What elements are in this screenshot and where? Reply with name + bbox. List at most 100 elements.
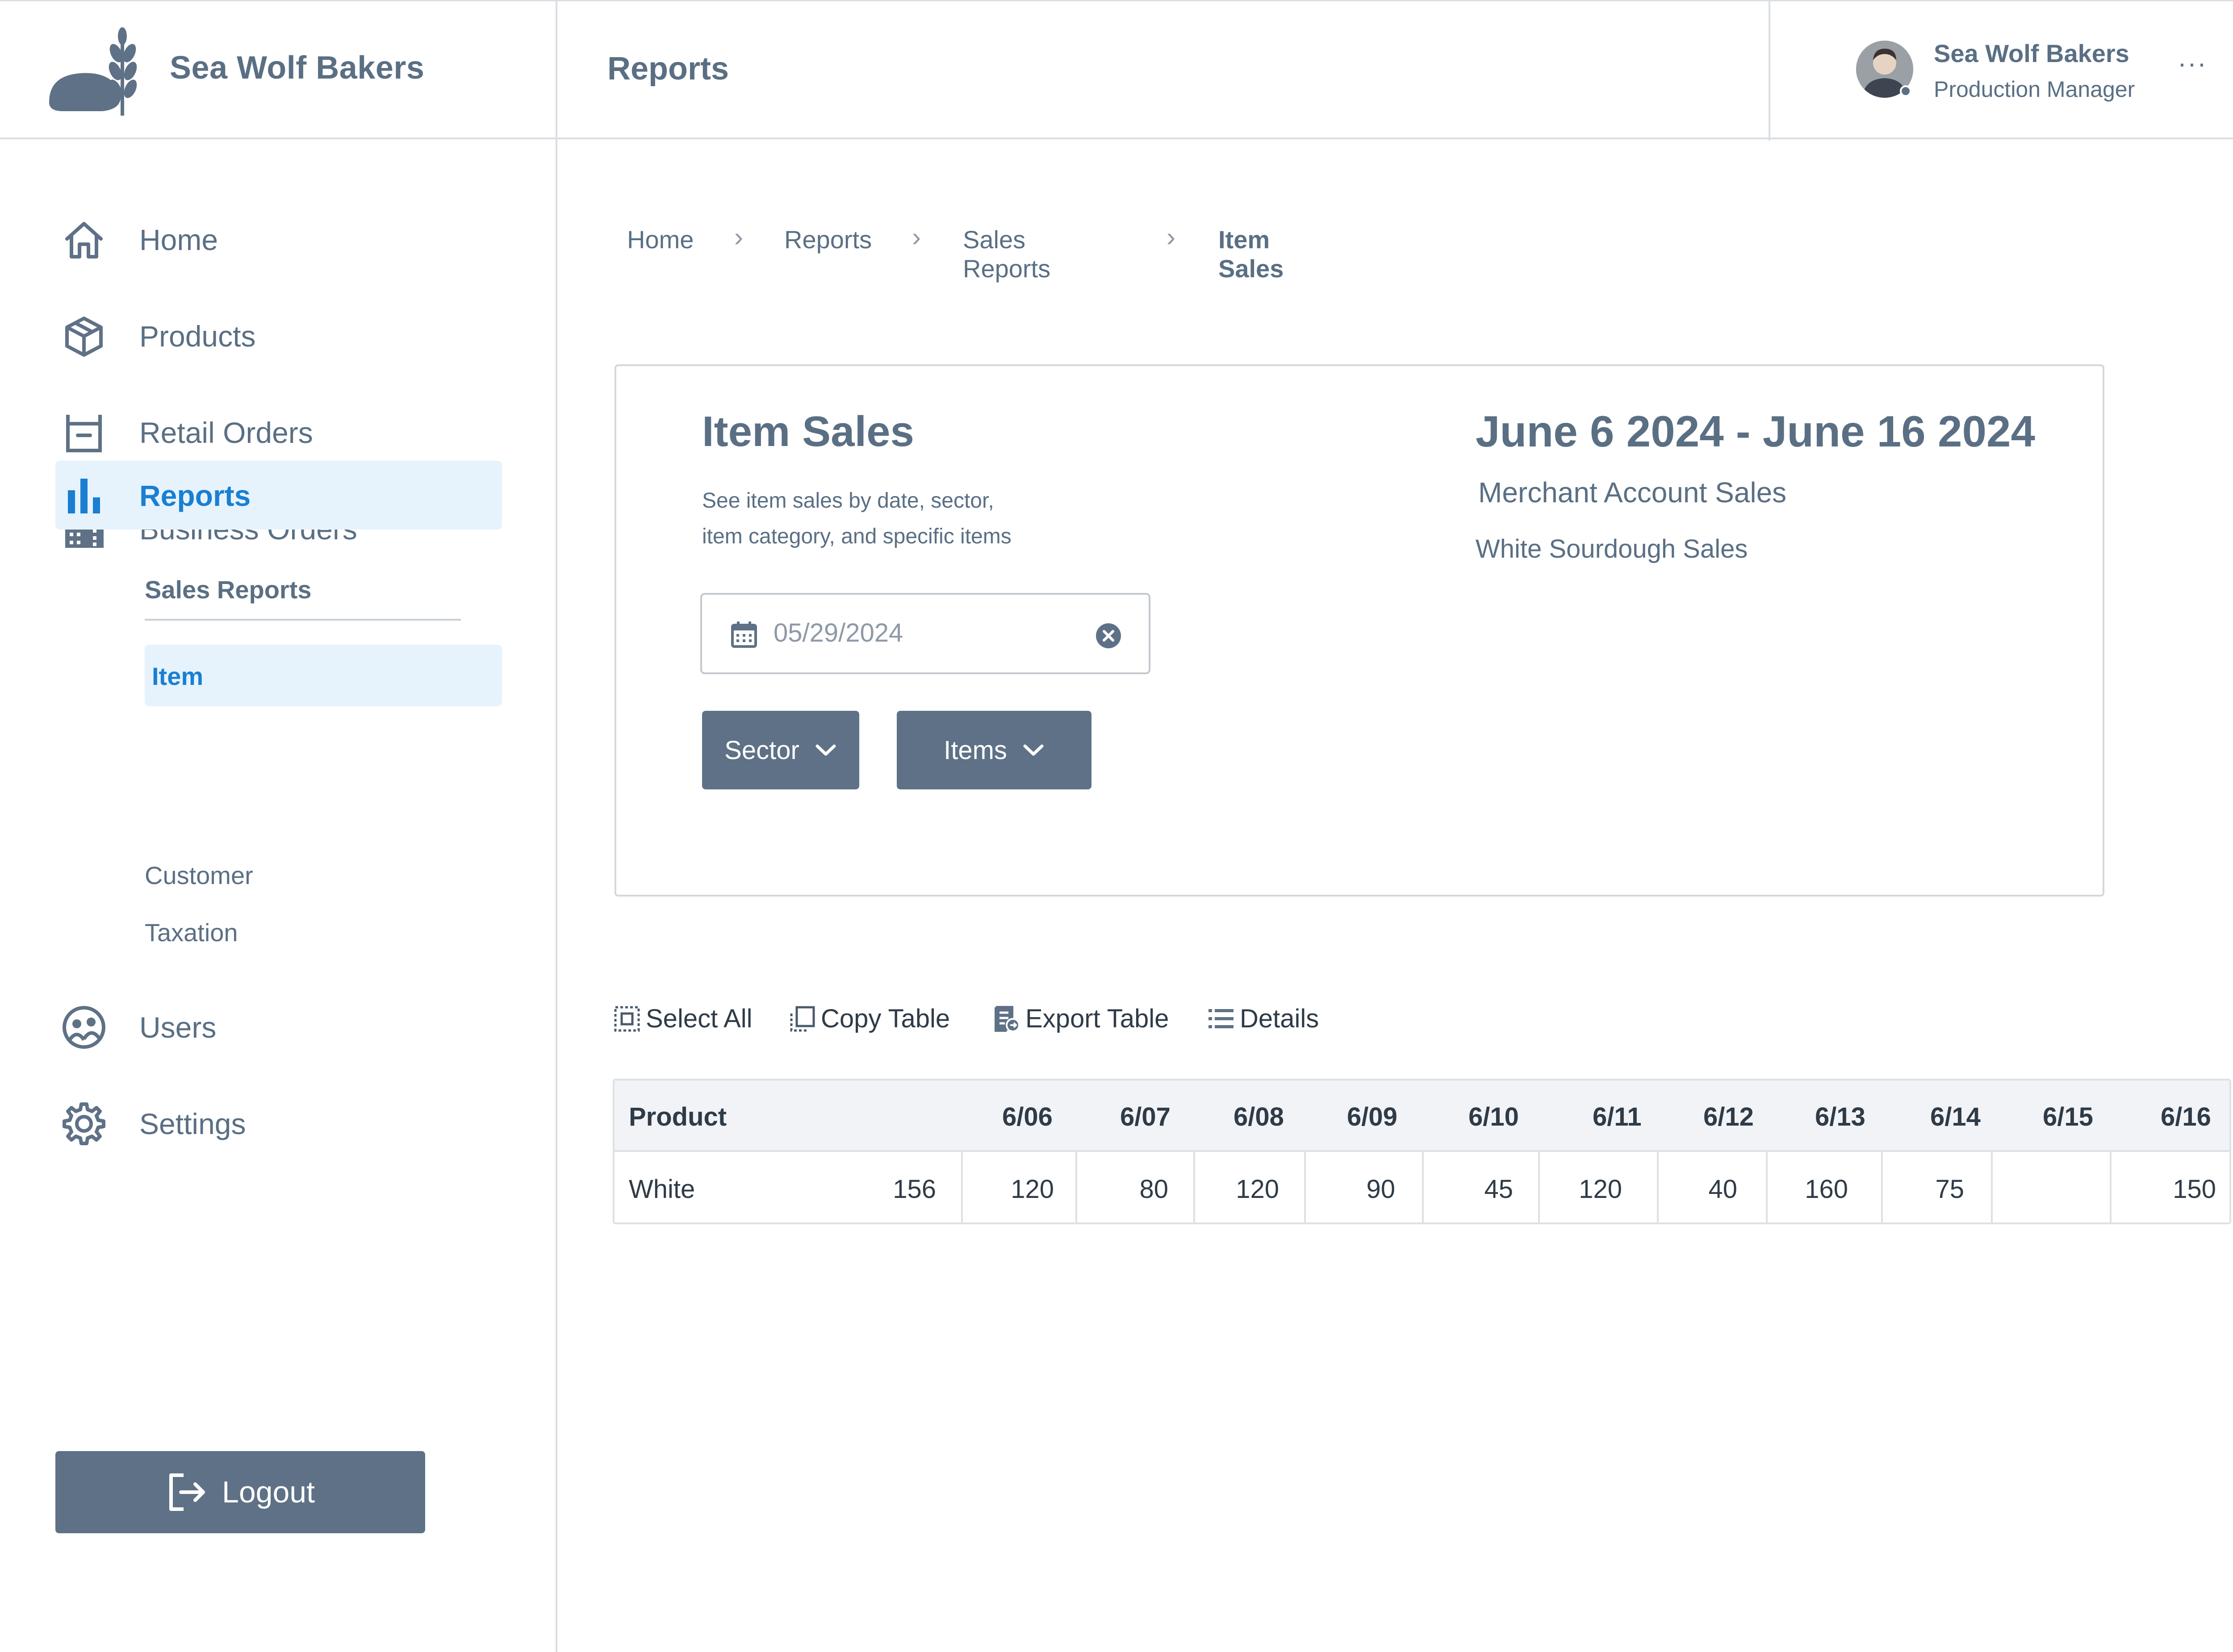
table-cell: 75	[1935, 1175, 1964, 1204]
sidebar-subitem-item[interactable]: Item	[145, 645, 502, 706]
box-icon	[57, 309, 111, 363]
select-all-icon	[614, 1006, 640, 1031]
cell-divider	[1991, 1152, 1993, 1222]
bar-chart-icon	[59, 468, 113, 521]
table-cell-product: White	[629, 1175, 695, 1204]
cell-divider	[1193, 1152, 1195, 1222]
column-header[interactable]: 6/06	[1002, 1102, 1053, 1132]
cell-divider	[1538, 1152, 1540, 1222]
table-cell: 90	[1366, 1175, 1395, 1204]
table-cell: 156	[893, 1175, 936, 1204]
table-cell: 40	[1708, 1175, 1737, 1204]
items-dropdown[interactable]: Items	[897, 711, 1091, 789]
brand-name: Sea Wolf Bakers	[170, 50, 425, 86]
chevron-down-icon	[815, 744, 836, 756]
item-filter-label: White Sourdough Sales	[1476, 534, 1748, 563]
sector-label: Sector	[724, 735, 799, 765]
cell-divider	[1075, 1152, 1077, 1222]
table-cell: 45	[1484, 1175, 1513, 1204]
sector-dropdown[interactable]: Sector	[702, 711, 859, 789]
cell-divider	[1304, 1152, 1306, 1222]
breadcrumb-sales-reports[interactable]: Sales Reports	[963, 225, 1050, 283]
chevron-right-icon: ›	[912, 222, 921, 252]
subitem-label: Item	[152, 662, 204, 690]
date-value: 05/29/2024	[774, 618, 903, 647]
column-header[interactable]: Product	[629, 1102, 727, 1132]
account-subtitle: Merchant Account Sales	[1478, 476, 1787, 509]
chevron-down-icon	[1023, 744, 1044, 756]
column-header[interactable]: 6/12	[1703, 1102, 1754, 1132]
details-label: Details	[1240, 1004, 1319, 1033]
more-options-icon[interactable]: ···	[2178, 48, 2207, 79]
card-title: Item Sales	[702, 408, 914, 455]
retail-orders-icon	[57, 406, 111, 459]
column-header[interactable]: 6/15	[2043, 1102, 2093, 1132]
column-header[interactable]: 6/08	[1234, 1102, 1284, 1132]
chevron-right-icon: ›	[734, 222, 743, 252]
bread-logo-icon	[49, 27, 137, 116]
sidebar-item-home[interactable]: Home	[55, 206, 502, 273]
user-menu[interactable]: Sea Wolf Bakers Production Manager ···	[1770, 1, 2233, 141]
column-header[interactable]: 6/13	[1815, 1102, 1865, 1132]
table-cell: 150	[2173, 1175, 2216, 1204]
sidebar-subitem-taxation[interactable]: Taxation	[145, 918, 238, 947]
sales-reports-header[interactable]: Sales Reports	[145, 575, 312, 604]
list-icon	[1208, 1009, 1234, 1028]
cell-divider	[2110, 1152, 2112, 1222]
sidebar-item-retail-orders[interactable]: Retail Orders	[55, 399, 502, 466]
copy-table-button[interactable]: Copy Table	[788, 1004, 950, 1034]
column-header[interactable]: 6/07	[1120, 1102, 1171, 1132]
item-sales-table: Product 6/06 6/07 6/08 6/09 6/10 6/11 6/…	[613, 1079, 2231, 1224]
sidebar-subitem-customer[interactable]: Customer	[145, 861, 253, 890]
column-header[interactable]: 6/09	[1347, 1102, 1397, 1132]
calendar-icon	[731, 622, 757, 648]
table-cell: 120	[1236, 1175, 1279, 1204]
items-label: Items	[944, 735, 1007, 765]
sidebar-item-label: Users	[139, 1011, 217, 1044]
breadcrumb-reports[interactable]: Reports	[784, 225, 872, 254]
clear-icon[interactable]	[1095, 622, 1122, 649]
sidebar-item-reports[interactable]: Reports	[55, 461, 502, 530]
sidebar-item-users[interactable]: Users	[55, 994, 502, 1061]
column-header[interactable]: 6/10	[1468, 1102, 1519, 1132]
sidebar-item-products[interactable]: Products	[55, 303, 502, 370]
column-header[interactable]: 6/14	[1930, 1102, 1981, 1132]
logout-button[interactable]: Logout	[55, 1451, 425, 1533]
logout-label: Logout	[222, 1475, 315, 1509]
table-cell: 160	[1805, 1175, 1848, 1204]
sidebar-item-label: Retail Orders	[139, 416, 313, 449]
date-field[interactable]: 05/29/2024	[700, 593, 1150, 674]
page-title: Reports	[607, 51, 729, 87]
select-all-button[interactable]: Select All	[613, 1004, 753, 1034]
table-cell: 120	[1579, 1175, 1622, 1204]
breadcrumb-home[interactable]: Home	[627, 225, 694, 254]
copy-icon	[790, 1006, 815, 1031]
table-cell: 80	[1139, 1175, 1168, 1204]
export-table-button[interactable]: Export Table	[992, 1004, 1169, 1034]
sidebar-item-label: Home	[139, 223, 218, 256]
status-dot	[1900, 85, 1911, 97]
user-role: Production Manager	[1934, 77, 2135, 102]
breadcrumb-item-sales: Item Sales	[1218, 225, 1284, 283]
table-cell: 120	[1011, 1175, 1054, 1204]
sidebar-item-label: Reports	[139, 479, 251, 512]
chevron-right-icon: ›	[1167, 222, 1175, 252]
cell-divider	[1881, 1152, 1883, 1222]
user-name: Sea Wolf Bakers	[1934, 39, 2129, 67]
cell-divider	[1766, 1152, 1768, 1222]
sidebar-item-label: Products	[139, 320, 256, 353]
brand-area: Sea Wolf Bakers	[0, 1, 557, 141]
details-button[interactable]: Details	[1207, 1004, 1319, 1034]
select-all-label: Select All	[646, 1004, 753, 1033]
description-line: See item sales by date, sector,	[702, 489, 994, 513]
card-description: See item sales by date, sector, item cat…	[702, 483, 1149, 555]
cell-divider	[1657, 1152, 1659, 1222]
gear-icon	[57, 1097, 111, 1151]
column-header[interactable]: 6/11	[1593, 1102, 1642, 1132]
table-header-row: Product 6/06 6/07 6/08 6/09 6/10 6/11 6/…	[615, 1080, 2229, 1152]
column-header[interactable]: 6/16	[2161, 1102, 2211, 1132]
users-icon	[57, 1001, 111, 1054]
logout-icon	[169, 1473, 205, 1511]
sidebar-item-settings[interactable]: Settings	[55, 1090, 502, 1157]
export-icon	[995, 1005, 1020, 1032]
